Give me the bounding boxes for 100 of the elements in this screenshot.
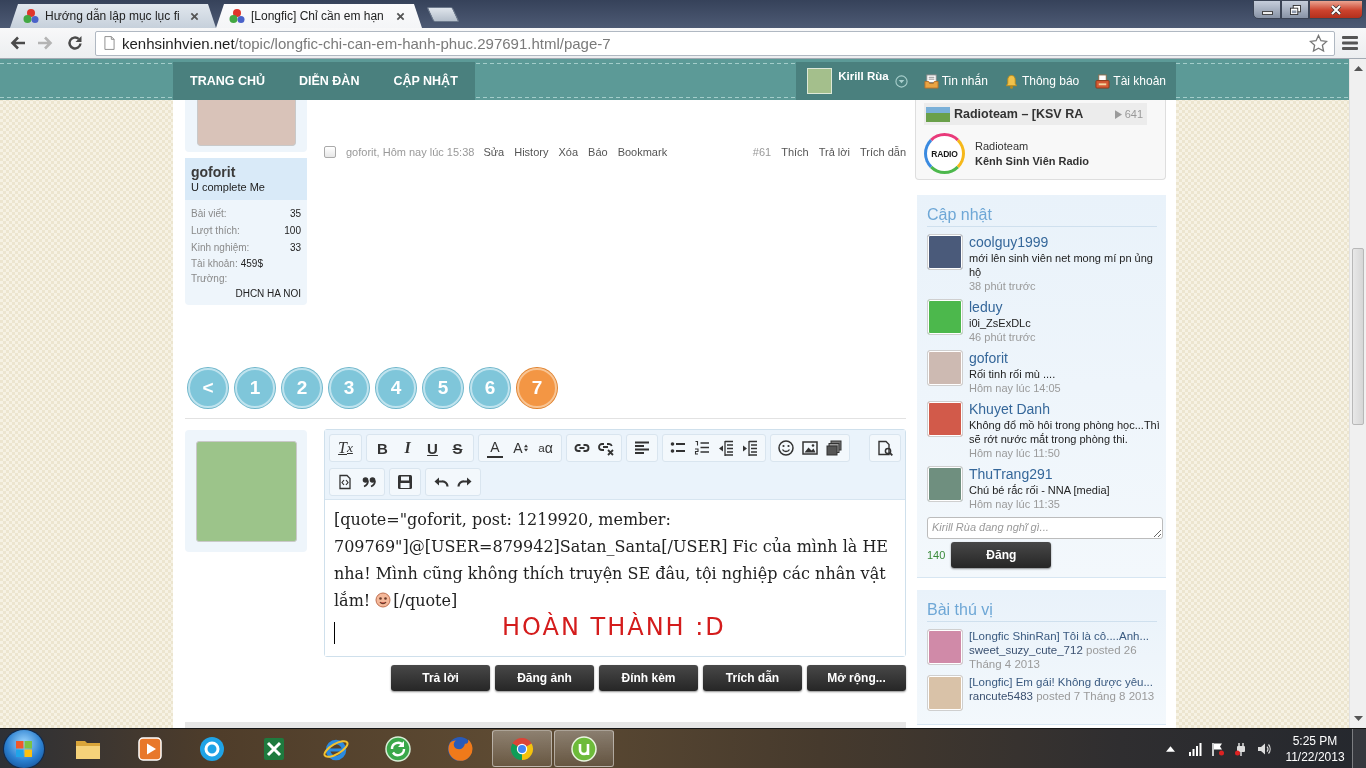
stat-label: Bài viết: <box>191 207 227 221</box>
underline-button[interactable]: U <box>420 436 445 460</box>
quote-icon[interactable] <box>361 474 377 490</box>
channel-name[interactable]: Kênh Sinh Viên Radio <box>975 153 1090 169</box>
post-action-link[interactable]: Thích <box>781 146 809 158</box>
start-button[interactable] <box>4 729 44 768</box>
scrollbar[interactable] <box>1349 59 1366 728</box>
scroll-up-icon[interactable] <box>1353 66 1363 71</box>
thread-meta: rancute5483 posted 7 Tháng 8 2013 <box>969 689 1156 703</box>
taskbar-button[interactable] <box>554 730 614 767</box>
close-icon[interactable] <box>396 11 405 21</box>
star-icon[interactable] <box>1309 33 1328 53</box>
caret-down-icon[interactable] <box>894 74 908 88</box>
post-action-link[interactable]: History <box>514 146 549 158</box>
menu-icon[interactable] <box>1342 36 1358 50</box>
post-action-link[interactable]: Trả lời <box>818 146 850 158</box>
close-icon[interactable] <box>190 11 199 21</box>
thread-link[interactable]: [Longfic] Em gái! Không được yêu... <box>969 675 1163 689</box>
author-link[interactable]: sweet_suzy_cute_712 <box>969 644 1083 656</box>
post-action-link[interactable]: Báo <box>588 146 608 158</box>
align-left-icon[interactable] <box>634 440 650 456</box>
image-icon[interactable] <box>802 440 818 456</box>
source-code-icon[interactable] <box>337 474 353 490</box>
status-time: Hôm nay lúc 14:05 <box>969 381 1062 395</box>
restore-button[interactable] <box>1281 0 1309 19</box>
photo-placeholder[interactable] <box>927 629 963 665</box>
page-magnifier-icon[interactable] <box>877 440 893 456</box>
poster-name: goforit <box>191 164 237 181</box>
editor-action-button[interactable]: Đăng ảnh <box>495 665 594 691</box>
unlink-icon[interactable] <box>598 440 614 456</box>
status-field[interactable]: Kirill Rùa đang nghĩ gì... <box>927 517 1163 539</box>
scroll-down-icon[interactable] <box>1353 716 1363 721</box>
status-message: Chú bé rắc rối - NNA [media] <box>969 483 1111 497</box>
avatar-placeholder[interactable] <box>927 234 963 270</box>
address-bar[interactable]: kenhsinhvien.net/topic/longfic-chi-can-em-hanh-phuc.297691.html/page-7 <box>95 30 1335 56</box>
menu-link[interactable]: TRANG CHỦ <box>173 74 282 88</box>
post-action-link[interactable]: Xóa <box>558 146 579 158</box>
back-icon[interactable] <box>9 34 27 52</box>
avatar-placeholder[interactable] <box>927 466 963 502</box>
editor-action-button[interactable]: Trích dẫn <box>703 665 802 691</box>
reload-icon[interactable] <box>66 34 84 52</box>
username-link[interactable]: goforit <box>969 350 1163 367</box>
outdent-icon[interactable] <box>718 440 734 456</box>
radio-logo[interactable]: RADIO <box>924 133 965 174</box>
menu-link[interactable]: DIỄN ĐÀN <box>282 74 377 88</box>
strikethrough-button[interactable]: S <box>445 436 470 460</box>
text-cursor <box>334 622 335 644</box>
status-message: Không đổ mồ hôi trong phòng học...Thì sẽ rớt nước mắt trong phòng thi. <box>969 418 1161 446</box>
font-color-button[interactable]: A <box>487 438 503 458</box>
bold-button[interactable]: B <box>370 436 395 460</box>
status-message: i0i_ZsExDLc <box>969 316 1032 330</box>
avatar-placeholder <box>807 68 833 94</box>
nav-link[interactable]: Tin nhắn <box>923 73 988 89</box>
minimize-button[interactable] <box>1253 0 1281 19</box>
italic-button[interactable]: I <box>395 436 420 460</box>
editor-action-button[interactable]: Đính kèm <box>599 665 698 691</box>
caret-up-icon[interactable] <box>1166 745 1175 752</box>
editor-action-button[interactable]: Trả lời <box>391 665 490 691</box>
nav-link[interactable]: Tài khoản <box>1095 73 1166 89</box>
media-icon[interactable] <box>826 440 842 456</box>
editor-action-button[interactable]: Mở rộng... <box>807 665 906 691</box>
post-byline: goforit, Hôm nay lúc 15:38 <box>346 146 475 158</box>
font-size-button[interactable]: A <box>508 436 533 460</box>
post-action-link[interactable]: Bookmark <box>617 146 668 158</box>
nav-link[interactable]: Thông báo <box>1003 73 1080 89</box>
save-icon[interactable] <box>397 474 413 490</box>
emoji-icon <box>375 592 392 608</box>
signal-icon[interactable] <box>1188 741 1202 756</box>
post-action-link[interactable]: Sửa <box>483 146 505 158</box>
browser-tab[interactable]: [Longfic] Chỉ cần em hạn <box>216 4 422 28</box>
smiley-icon[interactable] <box>778 440 794 456</box>
bullet-list-icon[interactable] <box>670 440 686 456</box>
close-window-button[interactable] <box>1309 0 1363 19</box>
author-link[interactable]: rancute5483 <box>969 690 1033 702</box>
radio-track-row[interactable]: Radioteam – [KSV RA 641 <box>924 103 1147 125</box>
post-action-link[interactable]: Trích dẫn <box>859 146 906 158</box>
select-checkbox[interactable] <box>324 146 336 158</box>
show-desktop-button[interactable] <box>1352 729 1366 768</box>
flag-icon[interactable] <box>1211 741 1225 756</box>
speaker-icon[interactable] <box>1257 741 1271 756</box>
indent-icon[interactable] <box>742 440 758 456</box>
post-button[interactable]: Đăng <box>951 542 1052 568</box>
avatar-placeholder[interactable] <box>927 401 963 437</box>
cycle-arrows-icon <box>384 734 412 763</box>
scrollbar-thumb[interactable] <box>1352 248 1364 425</box>
username-link[interactable]: ThuTrang291 <box>969 466 1163 483</box>
thread-link[interactable]: [Longfic ShinRan] Tôi là cô....Anh... <box>969 629 1163 643</box>
menu-link[interactable]: CẬP NHẬT <box>376 74 475 88</box>
status-time: 46 phút trước <box>969 330 1037 344</box>
clock-time[interactable]: 5:25 PM <box>1292 732 1338 749</box>
username-link[interactable]: Khuyet Danh <box>969 401 1163 418</box>
browser-tab[interactable]: Hướng dẫn lập mục lục fi <box>10 4 216 28</box>
clock-date[interactable]: 11/22/2013 <box>1285 748 1345 765</box>
username-link[interactable]: coolguy1999 <box>969 234 1163 251</box>
plug-icon[interactable] <box>1234 741 1248 756</box>
panel-heading: Cập nhật <box>927 205 1157 227</box>
username-link[interactable]: leduy <box>969 299 1163 316</box>
window-panes-icon <box>15 739 33 758</box>
user-name-link[interactable]: Kirill Rùa <box>838 70 889 82</box>
numbered-list-icon[interactable] <box>694 440 710 456</box>
